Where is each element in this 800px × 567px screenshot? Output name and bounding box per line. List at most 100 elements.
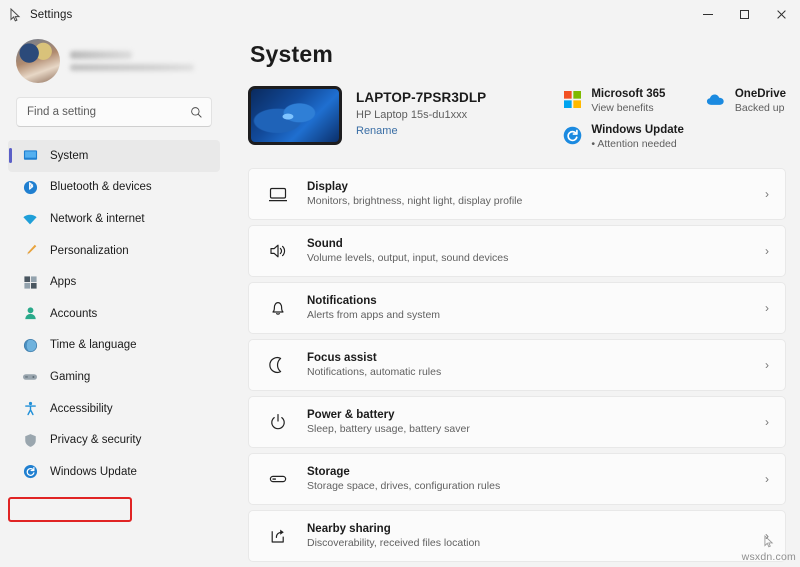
sidebar-item-label: Privacy & security xyxy=(50,434,142,447)
chevron-right-icon: › xyxy=(765,301,769,315)
avatar xyxy=(16,39,60,83)
share-icon xyxy=(267,525,289,547)
row-subtitle: Discoverability, received files location xyxy=(307,537,481,549)
sidebar-item-label: Personalization xyxy=(50,244,129,257)
sidebar-item-label: Network & internet xyxy=(50,212,145,225)
sidebar-item-label: Accounts xyxy=(50,307,98,320)
status-subtitle: Attention needed xyxy=(591,138,684,150)
sidebar-item-personalization[interactable]: Personalization xyxy=(8,235,220,267)
row-text: Focus assist Notifications, automatic ru… xyxy=(307,352,747,378)
minimize-icon xyxy=(702,14,713,15)
search-area xyxy=(8,87,220,127)
sidebar-item-label: Accessibility xyxy=(50,402,113,415)
device-card: LAPTOP-7PSR3DLP HP Laptop 15s-du1xxx Ren… xyxy=(248,86,486,145)
user-profile[interactable] xyxy=(8,29,220,87)
row-title: Focus assist xyxy=(307,352,377,364)
maximize-icon xyxy=(740,10,749,19)
sidebar-nav: System Bluetooth & devices Network & int… xyxy=(8,140,220,488)
sync-icon xyxy=(22,464,38,480)
row-title: Nearby sharing xyxy=(307,523,391,535)
settings-row-notifications[interactable]: Notifications Alerts from apps and syste… xyxy=(248,282,786,334)
maximize-button[interactable] xyxy=(726,0,763,29)
sidebar-item-label: Windows Update xyxy=(50,465,137,478)
paintbrush-icon xyxy=(22,243,38,259)
settings-row-storage[interactable]: Storage Storage space, drives, configura… xyxy=(248,453,786,505)
row-text: Power & battery Sleep, battery usage, ba… xyxy=(307,409,747,435)
device-model: HP Laptop 15s-du1xxx xyxy=(356,109,468,121)
title-bar: Settings xyxy=(0,0,800,29)
status-microsoft-365[interactable]: Microsoft 365 View benefits xyxy=(562,88,684,114)
settings-row-sound[interactable]: Sound Volume levels, output, input, soun… xyxy=(248,225,786,277)
sidebar-item-accounts[interactable]: Accounts xyxy=(8,298,220,330)
settings-window: Settings Find a setting System Bluetooth… xyxy=(0,0,800,567)
sidebar-item-system[interactable]: System xyxy=(8,140,220,172)
status-text: Microsoft 365 View benefits xyxy=(591,88,665,114)
device-info: LAPTOP-7PSR3DLP HP Laptop 15s-du1xxx Ren… xyxy=(356,86,486,145)
status-text: Windows Update Attention needed xyxy=(591,124,684,150)
monitor-icon xyxy=(267,183,289,205)
window-controls xyxy=(689,0,800,29)
chevron-right-icon: › xyxy=(765,244,769,258)
row-title: Power & battery xyxy=(307,409,395,421)
settings-row-display[interactable]: Display Monitors, brightness, night ligh… xyxy=(248,168,786,220)
row-title: Notifications xyxy=(307,295,377,307)
annotation-highlight-windows-update xyxy=(8,497,132,522)
moon-icon xyxy=(267,354,289,376)
sidebar-item-privacy-security[interactable]: Privacy & security xyxy=(8,424,220,456)
status-windows-update[interactable]: Windows Update Attention needed xyxy=(562,124,684,150)
settings-list: Display Monitors, brightness, night ligh… xyxy=(248,168,786,562)
sidebar-item-label: Apps xyxy=(50,276,77,289)
sidebar-item-label: Time & language xyxy=(50,339,137,352)
speaker-icon xyxy=(267,240,289,262)
settings-row-nearby-sharing[interactable]: Nearby sharing Discoverability, received… xyxy=(248,510,786,562)
row-text: Sound Volume levels, output, input, soun… xyxy=(307,238,747,264)
bell-icon xyxy=(267,297,289,319)
sidebar-item-accessibility[interactable]: Accessibility xyxy=(8,393,220,425)
status-onedrive[interactable]: OneDrive Backed up xyxy=(706,88,786,114)
settings-row-power-battery[interactable]: Power & battery Sleep, battery usage, ba… xyxy=(248,396,786,448)
chevron-right-icon: › xyxy=(765,415,769,429)
onedrive-cloud-icon xyxy=(706,89,726,109)
search-icon xyxy=(191,106,202,118)
shield-icon xyxy=(22,432,38,448)
sidebar-item-windows-update[interactable]: Windows Update xyxy=(8,456,220,488)
bluetooth-icon xyxy=(22,179,38,195)
row-text: Display Monitors, brightness, night ligh… xyxy=(307,181,747,207)
sidebar-item-network-internet[interactable]: Network & internet xyxy=(8,203,220,235)
status-text: OneDrive Backed up xyxy=(735,88,786,114)
device-thumbnail xyxy=(248,86,342,145)
search-input[interactable] xyxy=(27,106,184,118)
sidebar-item-time-language[interactable]: Time & language xyxy=(8,330,220,362)
sidebar-item-apps[interactable]: Apps xyxy=(8,266,220,298)
row-subtitle: Sleep, battery usage, battery saver xyxy=(307,423,470,435)
sidebar-item-gaming[interactable]: Gaming xyxy=(8,361,220,393)
monitor-icon xyxy=(22,148,38,164)
close-button[interactable] xyxy=(763,0,800,29)
search-box[interactable] xyxy=(16,97,212,127)
settings-row-focus-assist[interactable]: Focus assist Notifications, automatic ru… xyxy=(248,339,786,391)
row-subtitle: Monitors, brightness, night light, displ… xyxy=(307,195,523,207)
gamepad-icon xyxy=(22,369,38,385)
status-title: Microsoft 365 xyxy=(591,88,666,100)
status-subtitle: Backed up xyxy=(734,102,785,114)
rename-link[interactable]: Rename xyxy=(356,125,486,137)
row-title: Sound xyxy=(307,238,343,250)
watermark: wsxdn.com xyxy=(741,551,796,563)
sidebar-item-label: System xyxy=(50,149,89,162)
sidebar: System Bluetooth & devices Network & int… xyxy=(0,29,228,567)
chevron-right-icon: › xyxy=(765,187,769,201)
device-hero: LAPTOP-7PSR3DLP HP Laptop 15s-du1xxx Ren… xyxy=(248,86,786,150)
sync-icon xyxy=(562,125,582,145)
device-name: LAPTOP-7PSR3DLP xyxy=(356,90,487,105)
status-subtitle: View benefits xyxy=(591,102,654,114)
user-name-redacted xyxy=(70,51,132,59)
row-subtitle: Alerts from apps and system xyxy=(307,309,441,321)
person-icon xyxy=(22,306,38,322)
sidebar-item-bluetooth-devices[interactable]: Bluetooth & devices xyxy=(8,172,220,204)
minimize-button[interactable] xyxy=(689,0,726,29)
chevron-right-icon: › xyxy=(765,472,769,486)
row-text: Storage Storage space, drives, configura… xyxy=(307,466,747,492)
apps-grid-icon xyxy=(22,274,38,290)
power-icon xyxy=(267,411,289,433)
main-content: System LAPTOP-7PSR3DLP HP Laptop 15s-du1… xyxy=(228,29,800,567)
